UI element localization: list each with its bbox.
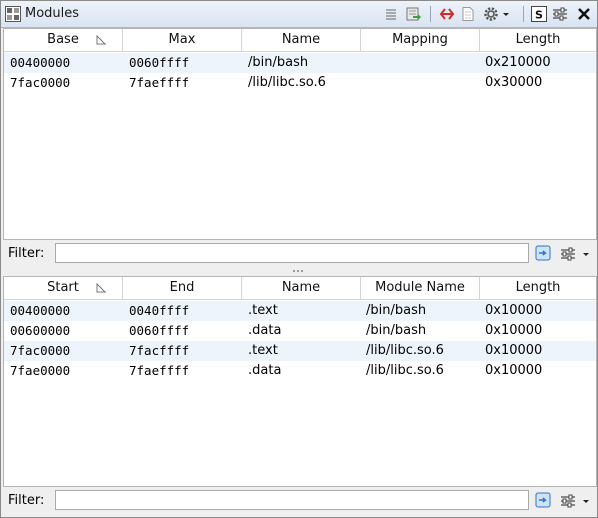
column-header-start[interactable]: Start: [4, 277, 123, 299]
svg-text:S: S: [535, 9, 543, 22]
column-header-max[interactable]: Max: [123, 29, 242, 51]
filter-label: Filter:: [8, 246, 45, 261]
sort-indicator-icon: [96, 34, 107, 45]
module-name-cell: /lib/libc.so.6: [366, 343, 444, 358]
column-header-module-name[interactable]: Module Name: [361, 277, 480, 299]
sections-table: Start End Name Module Name Length 004000…: [3, 276, 597, 487]
modules-window: Modules S Base Max Name Mapping Length 0…: [0, 0, 598, 518]
filter-label: Filter:: [8, 493, 45, 508]
module-name-cell: /bin/bash: [366, 323, 427, 338]
name-cell: .text: [248, 343, 278, 358]
column-header-base[interactable]: Base: [4, 29, 123, 51]
name-cell: .data: [248, 363, 282, 378]
pane-splitter[interactable]: [1, 268, 597, 274]
window-title: Modules: [25, 6, 80, 21]
filter-apply-icon[interactable]: [535, 492, 551, 508]
sort-indicator-icon: [96, 282, 107, 293]
name-cell: .data: [248, 323, 282, 338]
refresh-export-icon[interactable]: [405, 6, 421, 22]
base-cell: 00400000: [10, 55, 71, 70]
column-header-length[interactable]: Length: [480, 277, 596, 299]
sliders-icon[interactable]: [560, 246, 576, 262]
start-cell: 7fae0000: [10, 363, 71, 378]
toolbar-separator: [523, 6, 524, 22]
gear-icon[interactable]: [483, 6, 499, 22]
modules-table-header: Base Max Name Mapping Length: [4, 29, 596, 52]
column-header-end[interactable]: End: [123, 277, 242, 299]
length-cell: 0x30000: [485, 75, 543, 90]
name-cell: .text: [248, 303, 278, 318]
start-cell: 00600000: [10, 323, 71, 338]
column-header-name[interactable]: Name: [242, 277, 361, 299]
table-row[interactable]: 7fae0000 7faeffff .data /lib/libc.so.6 0…: [4, 361, 596, 381]
modules-filter-input[interactable]: [55, 243, 529, 263]
page-icon[interactable]: [460, 6, 476, 22]
name-cell: /bin/bash: [248, 55, 309, 70]
column-header-mapping[interactable]: Mapping: [361, 29, 480, 51]
table-row[interactable]: 00400000 0060ffff /bin/bash 0x210000: [4, 53, 596, 73]
dropdown-icon[interactable]: [581, 493, 591, 509]
lines-icon[interactable]: [383, 6, 399, 22]
name-cell: /lib/libc.so.6: [248, 75, 326, 90]
table-row[interactable]: 7fac0000 7facffff .text /lib/libc.so.6 0…: [4, 341, 596, 361]
base-cell: 7fac0000: [10, 75, 71, 90]
close-icon[interactable]: [576, 6, 592, 22]
length-cell: 0x10000: [485, 363, 543, 378]
sliders-icon[interactable]: [560, 493, 576, 509]
sections-filter-input[interactable]: [55, 490, 529, 510]
module-name-cell: /bin/bash: [366, 303, 427, 318]
sections-filter-bar: Filter:: [3, 487, 595, 515]
modules-filter-bar: Filter:: [3, 240, 595, 268]
filter-apply-icon[interactable]: [535, 245, 551, 261]
end-cell: 7faeffff: [129, 363, 190, 378]
table-row[interactable]: 7fac0000 7faeffff /lib/libc.so.6 0x30000: [4, 73, 596, 93]
s-toggle-icon[interactable]: S: [531, 6, 547, 22]
title-bar: Modules S: [1, 1, 597, 28]
length-cell: 0x10000: [485, 323, 543, 338]
module-name-cell: /lib/libc.so.6: [366, 363, 444, 378]
modules-table: Base Max Name Mapping Length 00400000 00…: [3, 28, 597, 240]
sliders-icon[interactable]: [552, 6, 568, 22]
end-cell: 0060ffff: [129, 323, 190, 338]
sections-table-header: Start End Name Module Name Length: [4, 277, 596, 300]
length-cell: 0x210000: [485, 55, 551, 70]
modules-window-icon: [5, 6, 21, 22]
end-cell: 0040ffff: [129, 303, 190, 318]
length-cell: 0x10000: [485, 343, 543, 358]
end-cell: 7facffff: [129, 343, 190, 358]
red-arrows-icon[interactable]: [439, 6, 455, 22]
column-header-label: Base: [47, 32, 79, 47]
table-row[interactable]: 00400000 0040ffff .text /bin/bash 0x1000…: [4, 301, 596, 321]
dropdown-icon[interactable]: [581, 246, 591, 262]
splitter-grip: [293, 270, 305, 272]
column-header-length[interactable]: Length: [480, 29, 596, 51]
column-header-label: Start: [47, 280, 79, 295]
toolbar-separator: [430, 6, 431, 22]
table-row[interactable]: 00600000 0060ffff .data /bin/bash 0x1000…: [4, 321, 596, 341]
max-cell: 0060ffff: [129, 55, 190, 70]
dropdown-icon[interactable]: [501, 6, 511, 22]
column-header-name[interactable]: Name: [242, 29, 361, 51]
start-cell: 7fac0000: [10, 343, 71, 358]
length-cell: 0x10000: [485, 303, 543, 318]
start-cell: 00400000: [10, 303, 71, 318]
max-cell: 7faeffff: [129, 75, 190, 90]
